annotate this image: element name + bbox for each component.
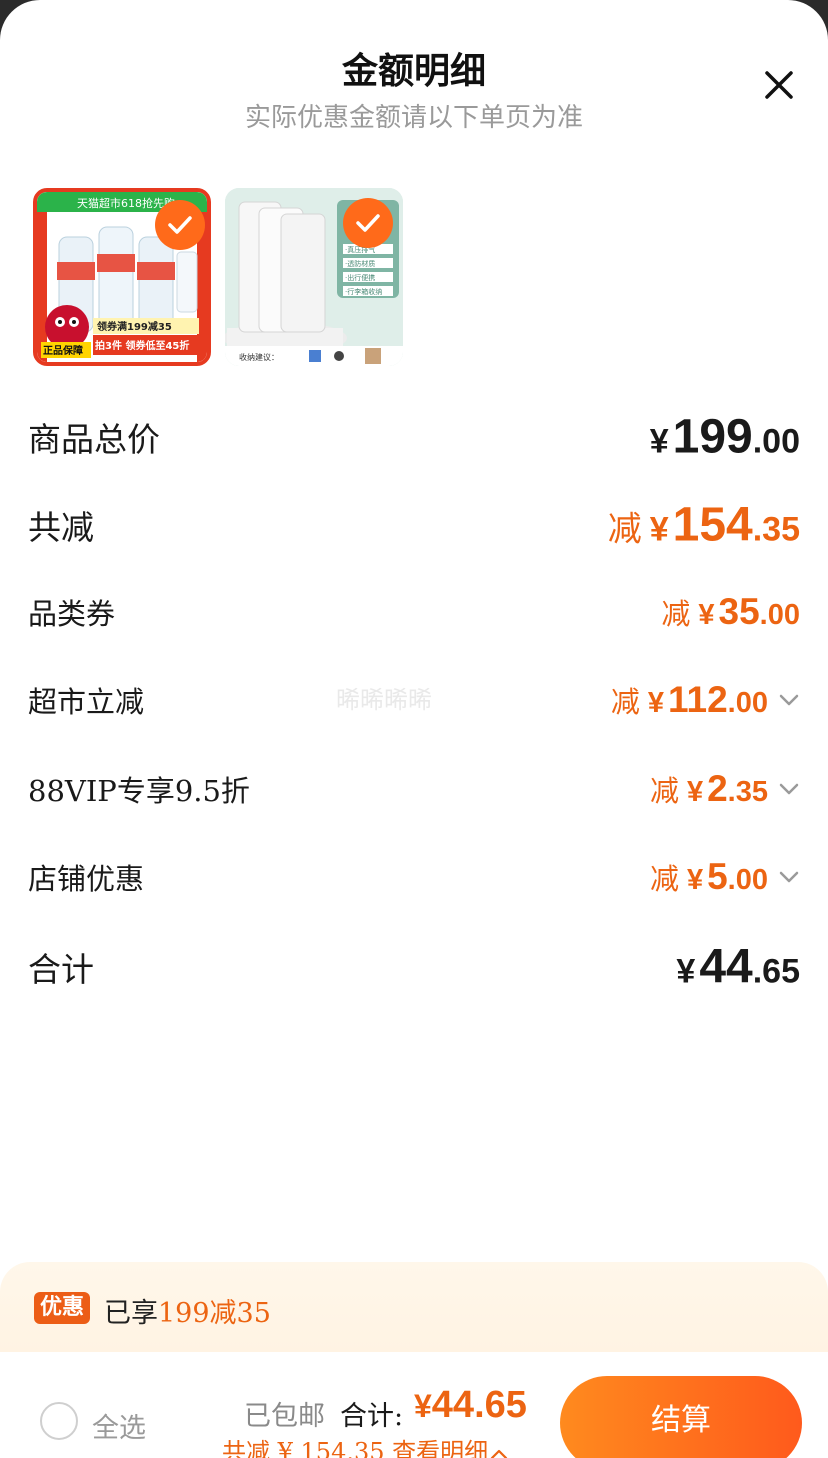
page-title: 金额明细: [341, 50, 486, 92]
promo-bar: 优惠 已享199减35: [0, 1262, 828, 1352]
amount-detail-sheet: 金额明细 实际优惠金额请以下单页为准 天猫超市618抢先购 领券满199减35: [0, 0, 828, 1458]
chevron-down-icon[interactable]: [778, 782, 800, 796]
grand-total-label: 合计: [28, 950, 94, 989]
footer-total-amount: ¥44.65: [414, 1384, 527, 1426]
product-caption: 收纳建议：: [239, 352, 279, 362]
select-all-label[interactable]: 全选: [92, 1406, 146, 1445]
market-discount-amount: 减 ¥112.00: [610, 679, 768, 720]
close-icon[interactable]: [758, 64, 800, 106]
promo-highlight: 199减35: [158, 1298, 271, 1329]
product-promo-line2: 拍3件 领券低至45折: [95, 339, 189, 352]
checkout-bar: 全选 已包邮 合计: ¥44.65 共减 ¥ 154.35 查看明细 结算: [0, 1352, 828, 1458]
promo-tag: 优惠: [34, 1292, 91, 1324]
goods-total-row: 商品总价 ¥199.00: [0, 407, 828, 467]
chevron-down-icon[interactable]: [778, 693, 800, 707]
selected-check-icon[interactable]: [155, 200, 205, 250]
category-coupon-label: 品类券: [28, 597, 116, 631]
total-saving-amount: 减 ¥154.35: [607, 498, 800, 552]
grand-total-row: 合计 ¥44.65: [0, 937, 828, 997]
total-saving-label: 共减: [28, 508, 94, 547]
product-feature-2: ·透防材质: [345, 259, 375, 268]
category-coupon-amount: 减 ¥35.00: [661, 591, 800, 632]
product-feature-4: ·行李箱收纳: [345, 287, 382, 296]
category-coupon-row: 品类券 减 ¥35.00: [0, 582, 828, 642]
product-thumbnail-storage-bags[interactable]: ·真压排气 ·透防材质 ·出行便携 ·行李箱收纳 收纳建议：: [225, 188, 403, 366]
shipping-label: 已包邮: [244, 1401, 325, 1432]
goods-total-label: 商品总价: [28, 420, 160, 459]
product-thumbnail-water[interactable]: 天猫超市618抢先购 领券满199减35 拍3件 领券低至45折 正品保障: [33, 188, 211, 366]
chevron-up-icon: [491, 1449, 508, 1458]
grand-total-amount: ¥44.65: [676, 940, 800, 994]
vip-discount-amount: 减 ¥2.35: [649, 768, 768, 809]
store-discount-amount: 减 ¥5.00: [649, 856, 768, 897]
store-discount-row[interactable]: 店铺优惠 减 ¥5.00: [0, 847, 828, 907]
product-promo-line1: 领券满199减35: [97, 320, 172, 333]
total-saving-row: 共减 减 ¥154.35: [0, 495, 828, 555]
checkout-button[interactable]: 结算: [560, 1376, 802, 1458]
chevron-down-icon[interactable]: [778, 870, 800, 884]
selected-check-icon[interactable]: [343, 198, 393, 248]
view-details-link[interactable]: 共减 ¥ 154.35 查看明细: [222, 1432, 508, 1458]
select-all-radio[interactable]: [40, 1402, 78, 1440]
footer-total-label: 合计:: [340, 1401, 404, 1432]
store-discount-label: 店铺优惠: [28, 862, 145, 896]
page-subtitle: 实际优惠金额请以下单页为准: [244, 103, 583, 133]
vip-discount-row[interactable]: 88VIP专享9.5折 减 ¥2.35: [0, 759, 828, 819]
vip-discount-label: 88VIP专享9.5折: [28, 774, 250, 808]
product-feature-3: ·出行便携: [345, 273, 375, 282]
market-discount-label: 超市立减: [28, 685, 145, 719]
goods-total-amount: ¥199.00: [649, 410, 800, 464]
product-badge-text: 正品保障: [43, 344, 83, 357]
promo-text: 已享199减35: [104, 1298, 271, 1329]
watermark-text: 晞晞晞晞: [336, 686, 432, 714]
